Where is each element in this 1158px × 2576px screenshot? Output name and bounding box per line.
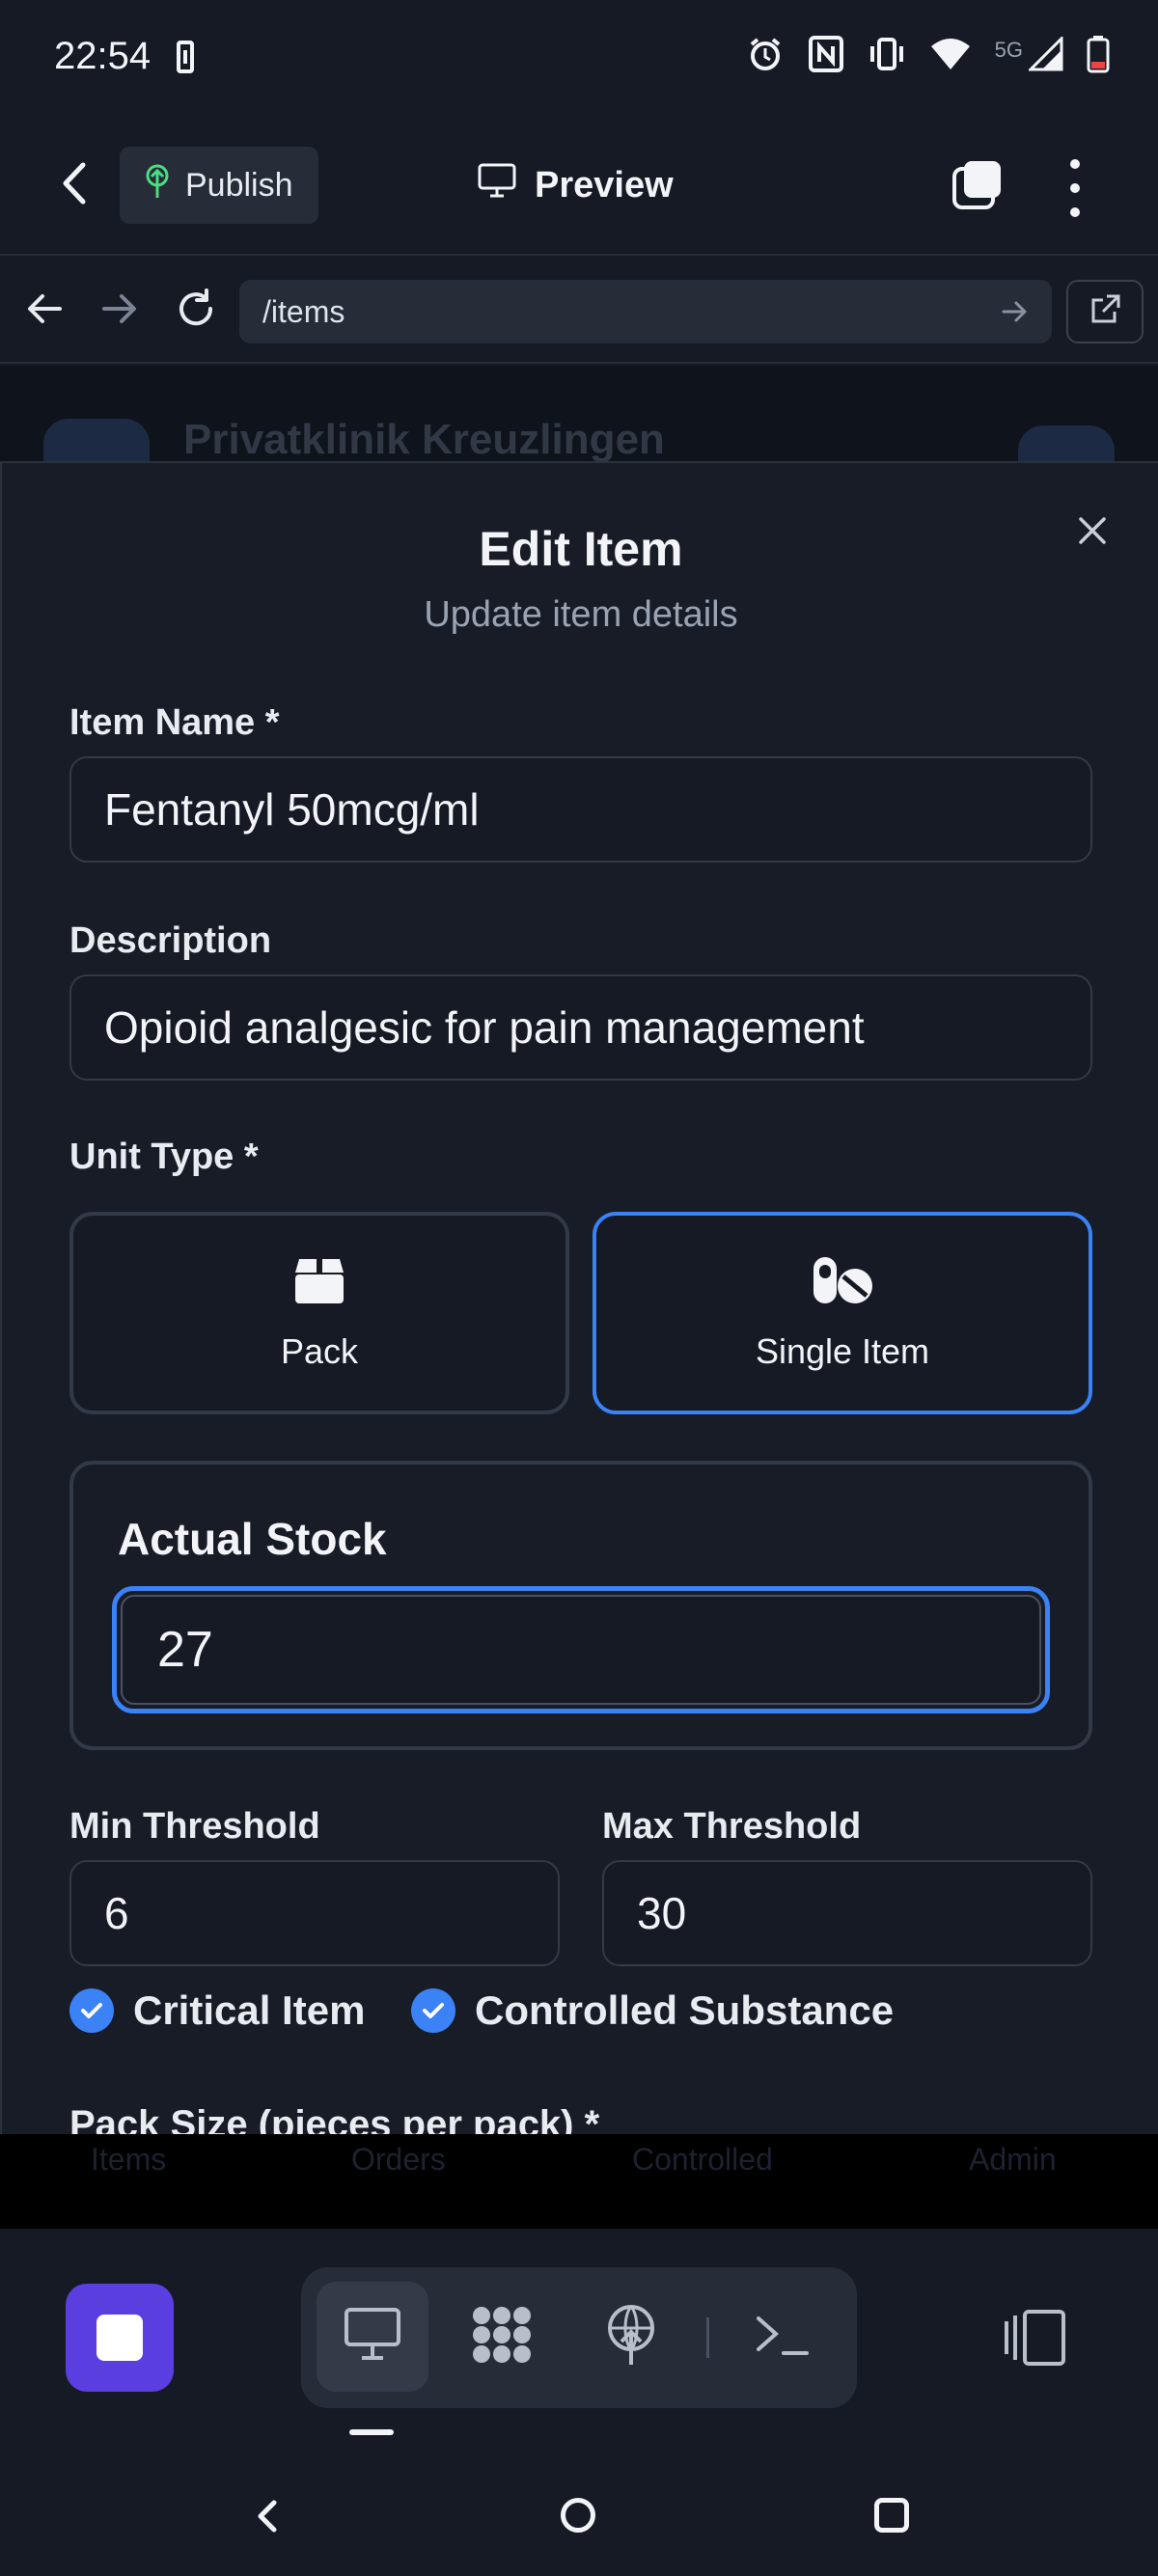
dock-separator <box>706 2317 709 2358</box>
more-options-icon[interactable] <box>1062 159 1089 217</box>
agents-icon <box>468 2304 536 2370</box>
system-back-icon[interactable] <box>249 2497 288 2535</box>
alarm-icon <box>746 35 785 78</box>
actual-stock-section: Actual Stock 27 <box>69 1461 1092 1750</box>
monitor-icon <box>343 2306 402 2369</box>
unit-type-label: Unit Type * <box>69 1137 259 1177</box>
pack-size-label: Pack Size (pieces per pack) * <box>69 2103 600 2135</box>
tabs-icon[interactable] <box>951 157 1005 213</box>
editor-header: Publish Preview <box>0 116 1158 256</box>
description-value: Opioid analgesic for pain management <box>104 1002 865 1053</box>
system-recents-icon[interactable] <box>874 2498 909 2533</box>
checkmark-icon <box>69 1988 114 2033</box>
tab-admin: Admin <box>969 2142 1057 2177</box>
split-view-icon[interactable] <box>1004 2308 1067 2368</box>
nfc-icon <box>808 35 844 78</box>
go-arrow-icon[interactable] <box>1000 296 1031 327</box>
actual-stock-label: Actual Stock <box>118 1514 387 1564</box>
critical-item-checkbox[interactable]: Critical Item <box>69 1987 365 2034</box>
edit-item-modal: Edit Item Update item details Item Name … <box>0 461 1158 2135</box>
pills-icon <box>811 1255 874 1310</box>
item-name-label: Item Name * <box>69 702 280 743</box>
modal-subtitle: Update item details <box>424 594 738 635</box>
app-tab-bar: Items Orders Controlled Admin <box>0 2134 1158 2229</box>
tab-orders: Orders <box>351 2142 446 2177</box>
system-home-icon[interactable] <box>561 2498 595 2533</box>
controlled-substance-checkbox[interactable]: Controlled Substance <box>411 1987 894 2034</box>
preview-tab-button[interactable] <box>317 2282 428 2392</box>
terminal-icon <box>753 2311 811 2364</box>
unit-option-label: Single Item <box>755 1330 930 1371</box>
url-input[interactable]: /items <box>239 280 1052 343</box>
background-app-header: Privatklinik Kreuzlingen <box>0 366 1158 462</box>
network-type: 5G <box>994 37 1023 62</box>
battery-saver-icon <box>177 41 194 73</box>
unit-option-single-item[interactable]: Single Item <box>593 1212 1092 1414</box>
clinic-name: Privatklinik Kreuzlingen <box>183 416 665 462</box>
deploy-icon <box>602 2303 660 2371</box>
description-input[interactable]: Opioid analgesic for pain management <box>69 974 1092 1081</box>
stop-button[interactable] <box>66 2284 174 2392</box>
min-threshold-label: Min Threshold <box>69 1806 320 1847</box>
signal-icon <box>1027 35 1063 76</box>
actual-stock-input[interactable]: 27 <box>112 1586 1050 1713</box>
external-link-icon <box>1088 292 1122 332</box>
stop-icon <box>96 2315 143 2361</box>
editor-dock <box>0 2229 1158 2456</box>
user-avatar <box>1018 425 1115 462</box>
nav-back-icon[interactable] <box>23 287 68 331</box>
publish-label: Publish <box>185 166 293 204</box>
item-name-value: Fentanyl 50mcg/ml <box>104 784 480 835</box>
publish-button[interactable]: Publish <box>120 147 318 224</box>
browser-bar: /items <box>0 258 1158 364</box>
back-icon[interactable] <box>56 159 95 207</box>
nav-forward-icon[interactable] <box>96 287 141 331</box>
status-bar: 22:54 5G <box>0 0 1158 116</box>
system-navigation <box>0 2456 1158 2576</box>
publish-icon <box>143 163 172 208</box>
max-threshold-value: 30 <box>637 1888 687 1938</box>
item-name-input[interactable]: Fentanyl 50mcg/ml <box>69 756 1092 863</box>
open-external-button[interactable] <box>1066 280 1144 343</box>
critical-item-label: Critical Item <box>133 1987 366 2033</box>
clinic-avatar <box>43 419 150 462</box>
wifi-icon <box>929 37 972 76</box>
active-indicator <box>349 2429 394 2435</box>
actual-stock-value: 27 <box>157 1622 213 1678</box>
preview-button[interactable]: Preview <box>477 154 674 216</box>
url-text: /items <box>262 293 345 329</box>
status-icons: 5G <box>746 35 1110 78</box>
max-threshold-input[interactable]: 30 <box>602 1860 1092 1966</box>
reload-icon[interactable] <box>174 287 218 331</box>
dock-group <box>301 2267 857 2408</box>
tab-controlled: Controlled <box>632 2142 773 2177</box>
modal-title: Edit Item <box>479 522 683 576</box>
battery-icon <box>1087 35 1110 78</box>
max-threshold-label: Max Threshold <box>602 1806 862 1847</box>
min-threshold-value: 6 <box>104 1888 129 1938</box>
checkmark-icon <box>411 1988 455 2033</box>
min-threshold-input[interactable]: 6 <box>69 1860 560 1966</box>
shell-button[interactable] <box>726 2282 838 2392</box>
box-icon <box>293 1255 345 1310</box>
vibrate-icon <box>868 35 906 78</box>
agents-button[interactable] <box>446 2282 558 2392</box>
tab-items: Items <box>91 2142 167 2177</box>
deploy-button[interactable] <box>575 2282 687 2392</box>
unit-option-label: Pack <box>280 1330 359 1371</box>
preview-label: Preview <box>535 164 674 206</box>
unit-option-pack[interactable]: Pack <box>69 1212 569 1414</box>
monitor-icon <box>477 162 517 208</box>
controlled-substance-label: Controlled Substance <box>475 1987 895 2033</box>
description-label: Description <box>69 920 272 961</box>
status-time: 22:54 <box>54 35 152 77</box>
